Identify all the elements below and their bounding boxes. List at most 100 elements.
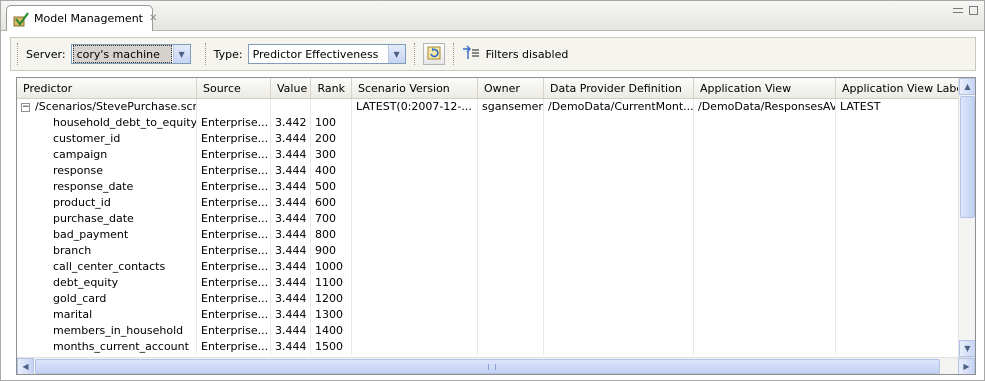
cell-value: 3.444 — [271, 131, 311, 147]
cell-application-view — [694, 179, 836, 195]
cell-predictor: bad_payment — [17, 227, 197, 243]
cell-rank — [311, 99, 352, 115]
cell-application-view — [694, 291, 836, 307]
table-row[interactable]: months_current_account Enterprise... 3.444… — [17, 339, 959, 355]
column-header-value[interactable]: Value — [271, 78, 311, 99]
scroll-up-button[interactable]: ▲ — [959, 78, 975, 95]
refresh-button[interactable] — [422, 43, 445, 65]
table-row[interactable]: response Enterprise... 3.444 400 — [17, 163, 959, 179]
cell-owner: sgansemer — [478, 99, 544, 115]
cell-predictor: product_id — [17, 195, 197, 211]
cell-owner — [478, 243, 544, 259]
cell-owner — [478, 211, 544, 227]
cell-source: Enterprise... — [197, 227, 271, 243]
cell-predictor: debt_equity — [17, 275, 197, 291]
cell-data-provider — [544, 243, 694, 259]
cell-application-view-label — [836, 179, 959, 195]
cell-value: 3.444 — [271, 147, 311, 163]
vertical-scroll-thumb[interactable] — [960, 96, 975, 218]
view-tab-bar: Model Management ✕ — [1, 1, 984, 31]
scroll-down-button[interactable]: ▼ — [959, 340, 975, 357]
cell-source: Enterprise... — [197, 115, 271, 131]
cell-source: Enterprise... — [197, 243, 271, 259]
collapse-icon[interactable]: − — [21, 102, 30, 112]
table-row[interactable]: customer_id Enterprise... 3.444 200 — [17, 131, 959, 147]
cell-source: Enterprise... — [197, 131, 271, 147]
cell-application-view — [694, 259, 836, 275]
cell-application-view-label — [836, 339, 959, 355]
cell-application-view — [694, 307, 836, 323]
cell-application-view — [694, 131, 836, 147]
table-row-parent[interactable]: −/Scenarios/StevePurchase.scn LATEST(0:2… — [17, 99, 959, 115]
chevron-down-icon[interactable]: ▼ — [172, 45, 190, 63]
minimize-button[interactable] — [953, 8, 963, 13]
cell-rank: 500 — [311, 179, 352, 195]
column-header-source[interactable]: Source — [197, 78, 271, 99]
toolbar-grip[interactable] — [17, 43, 20, 65]
cell-owner — [478, 259, 544, 275]
type-label: Type: — [213, 47, 243, 61]
cell-application-view — [694, 195, 836, 211]
cell-predictor: campaign — [17, 147, 197, 163]
scroll-left-button[interactable]: ◀ — [17, 358, 34, 374]
table-row[interactable]: purchase_date Enterprise... 3.444 700 — [17, 211, 959, 227]
close-icon[interactable]: ✕ — [149, 13, 157, 24]
model-check-icon — [13, 11, 29, 27]
table-row[interactable]: branch Enterprise... 3.444 900 — [17, 243, 959, 259]
table-row[interactable]: call_center_contacts Enterprise... 3.444 10… — [17, 259, 959, 275]
cell-scenario-version — [352, 323, 478, 339]
table-row[interactable]: members_in_household Enterprise... 3.444 14… — [17, 323, 959, 339]
cell-data-provider — [544, 323, 694, 339]
cell-source — [197, 99, 271, 115]
table-row[interactable]: product_id Enterprise... 3.444 600 — [17, 195, 959, 211]
chevron-down-icon[interactable]: ▼ — [387, 45, 405, 63]
filter-button[interactable]: Filters disabled — [462, 45, 569, 64]
table-row[interactable]: response_date Enterprise... 3.444 500 — [17, 179, 959, 195]
column-header-application-view[interactable]: Application View — [694, 78, 836, 99]
cell-scenario-version — [352, 275, 478, 291]
cell-application-view-label — [836, 259, 959, 275]
toolbar-separator — [452, 43, 454, 65]
cell-application-view: /DemoData/ResponsesAV — [694, 99, 836, 115]
cell-scenario-version — [352, 195, 478, 211]
column-header-rank[interactable]: Rank — [311, 78, 352, 99]
column-header-predictor[interactable]: Predictor — [17, 78, 197, 99]
table-body: −/Scenarios/StevePurchase.scn LATEST(0:2… — [17, 99, 959, 355]
cell-data-provider — [544, 211, 694, 227]
cell-owner — [478, 195, 544, 211]
cell-application-view-label — [836, 291, 959, 307]
column-header-scenario-version[interactable]: Scenario Version — [352, 78, 478, 99]
maximize-button[interactable] — [969, 6, 978, 15]
cell-application-view — [694, 115, 836, 131]
cell-data-provider — [544, 163, 694, 179]
cell-predictor: customer_id — [17, 131, 197, 147]
cell-owner — [478, 275, 544, 291]
column-header-owner[interactable]: Owner — [478, 78, 544, 99]
cell-application-view — [694, 323, 836, 339]
type-select-value: Predictor Effectiveness — [252, 47, 379, 61]
cell-scenario-version — [352, 307, 478, 323]
table-row[interactable]: marital Enterprise... 3.444 1300 — [17, 307, 959, 323]
cell-value: 3.444 — [271, 163, 311, 179]
cell-scenario-version — [352, 163, 478, 179]
scroll-right-button[interactable]: ▶ — [958, 358, 975, 374]
cell-application-view-label — [836, 227, 959, 243]
tab-model-management[interactable]: Model Management ✕ — [6, 5, 157, 31]
column-header-data-provider[interactable]: Data Provider Definition — [544, 78, 694, 99]
filters-status: Filters disabled — [485, 47, 569, 61]
cell-data-provider — [544, 339, 694, 355]
horizontal-scrollbar[interactable]: ◀ ▶ — [17, 357, 975, 374]
table-row[interactable]: campaign Enterprise... 3.444 300 — [17, 147, 959, 163]
table-row[interactable]: gold_card Enterprise... 3.444 1200 — [17, 291, 959, 307]
cell-application-view-label — [836, 195, 959, 211]
server-select[interactable]: cory's machine ▼ — [70, 44, 191, 64]
table-row[interactable]: bad_payment Enterprise... 3.444 800 — [17, 227, 959, 243]
horizontal-scroll-thumb[interactable] — [35, 359, 940, 374]
type-select[interactable]: Predictor Effectiveness ▼ — [247, 44, 406, 64]
cell-predictor: call_center_contacts — [17, 259, 197, 275]
cell-rank: 1400 — [311, 323, 352, 339]
vertical-scrollbar[interactable]: ▲ ▼ — [958, 78, 975, 357]
column-header-application-view-label[interactable]: Application View Label — [836, 78, 959, 99]
table-row[interactable]: debt_equity Enterprise... 3.444 1100 — [17, 275, 959, 291]
table-row[interactable]: household_debt_to_equity_ Enterprise... 3.… — [17, 115, 959, 131]
